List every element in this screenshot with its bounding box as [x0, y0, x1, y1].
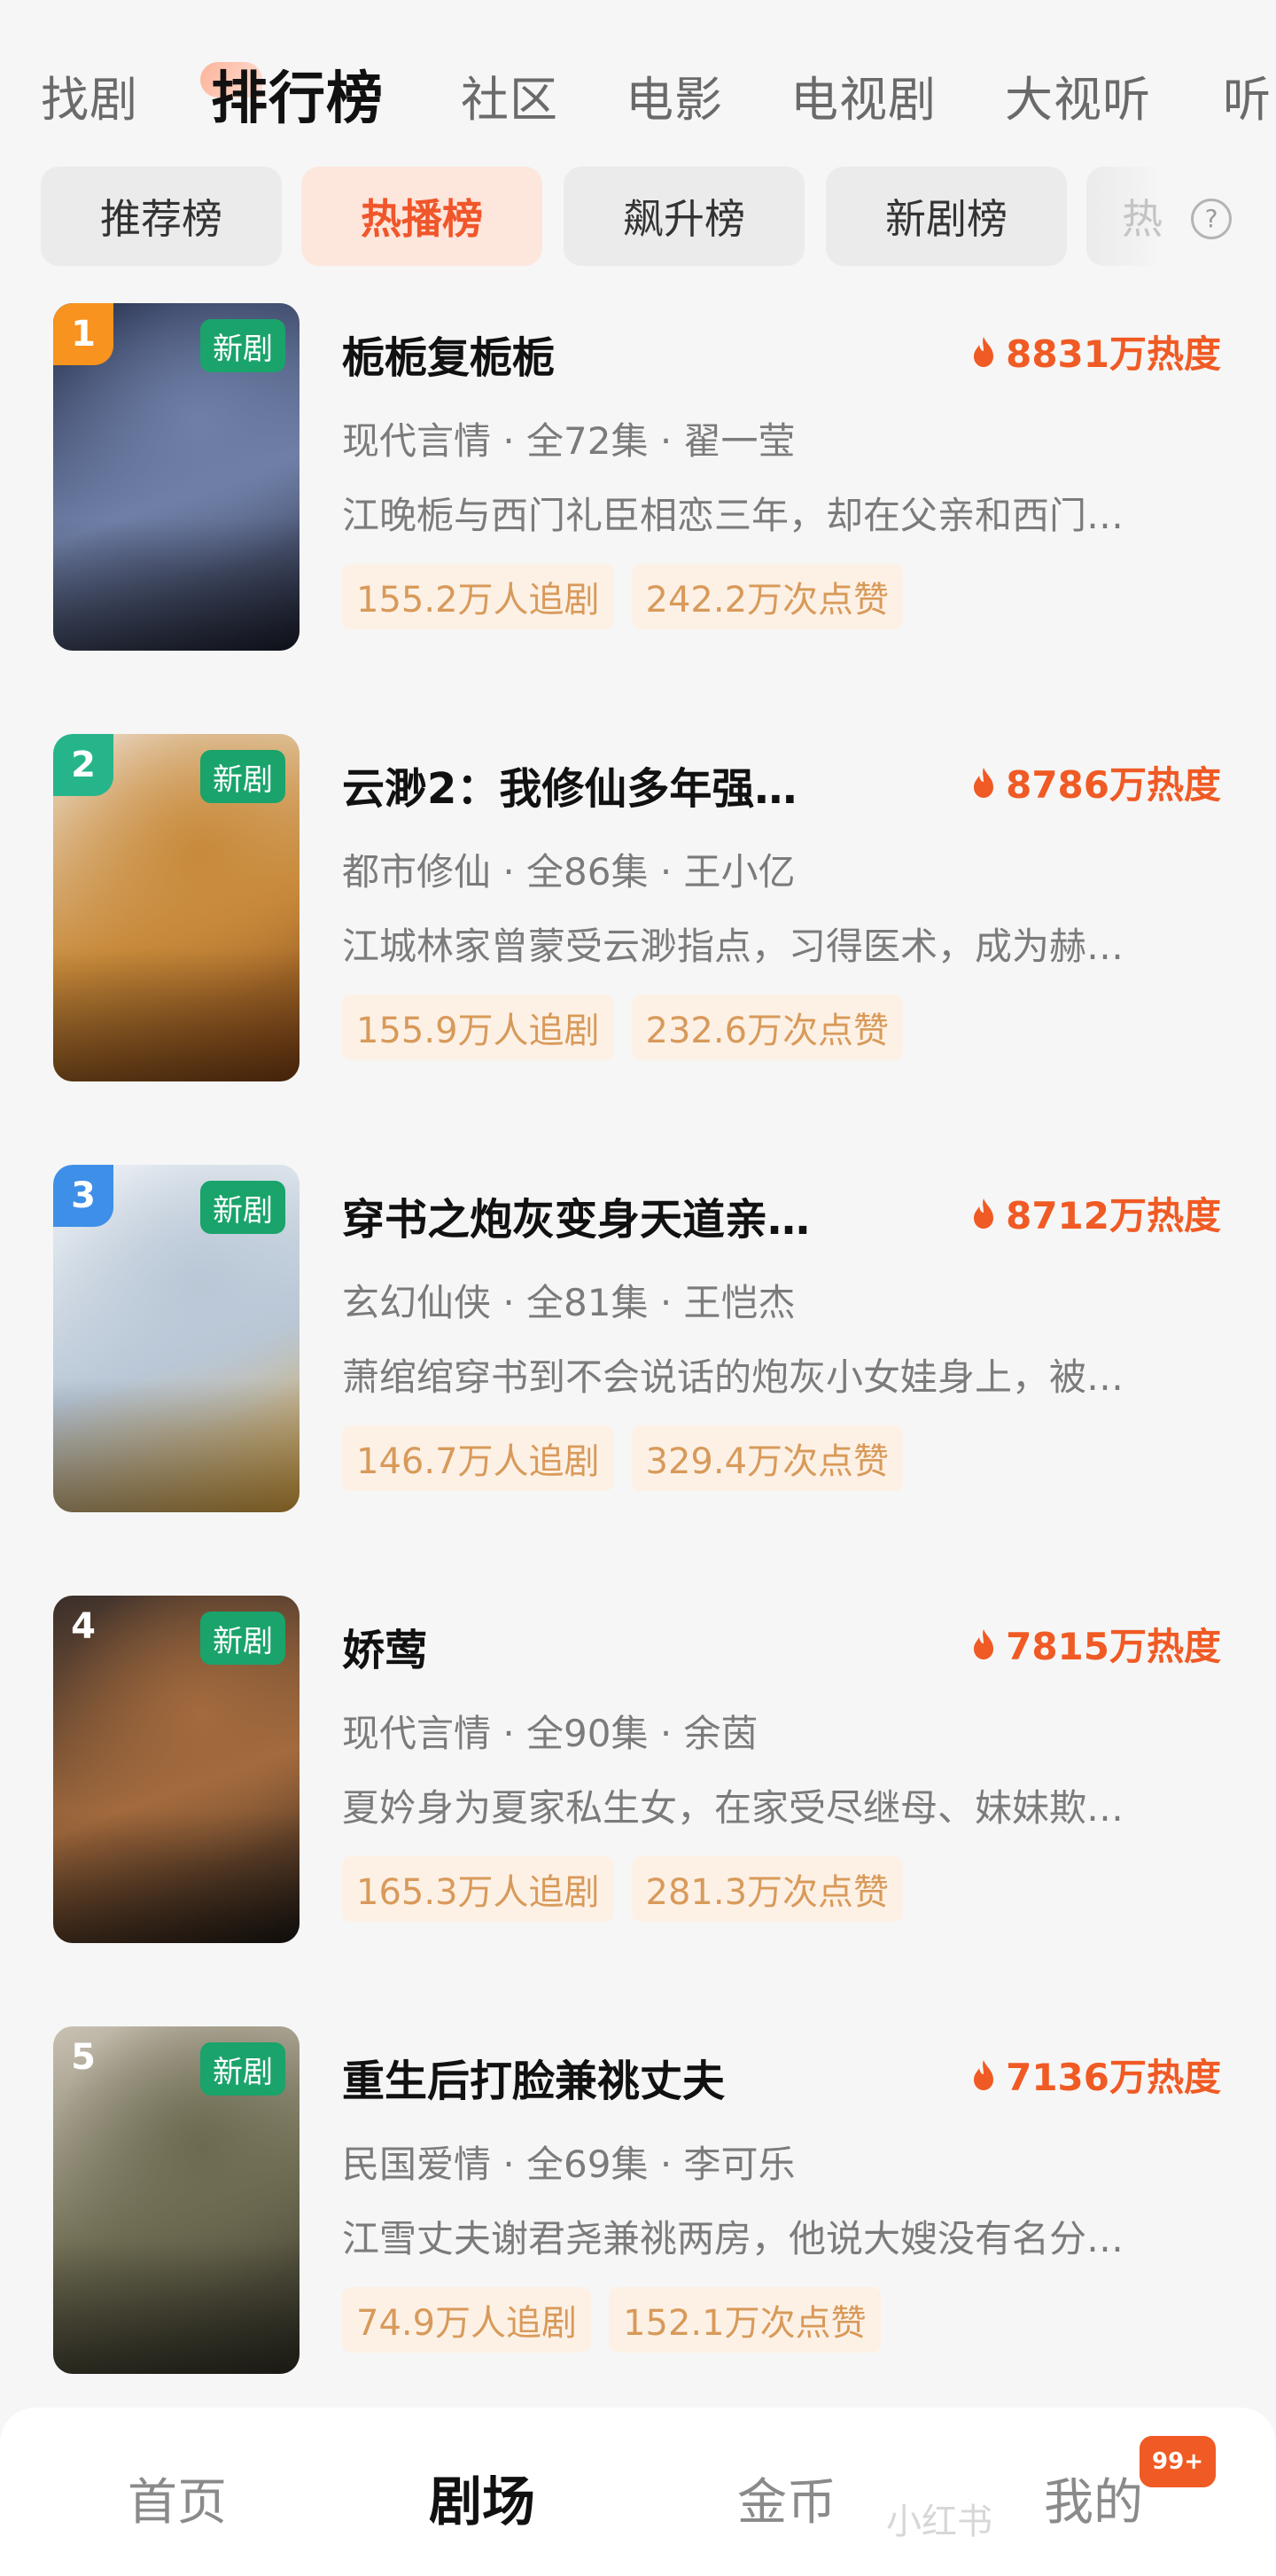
heat-score: 8831万热度 [970, 324, 1221, 379]
drama-title[interactable]: 栀栀复栀栀 [342, 323, 883, 385]
nav-theater[interactable]: 剧场 [429, 2459, 535, 2536]
poster-image[interactable]: 1 新剧 [53, 303, 300, 651]
flame-icon [974, 336, 994, 367]
heat-value: 7815万热度 [1006, 1625, 1221, 1668]
chip-new-drama[interactable]: 新剧榜 [826, 167, 1067, 266]
drama-title[interactable]: 云渺2：我修仙多年强… [342, 753, 883, 816]
poster-image[interactable]: 3 新剧 [53, 1165, 300, 1512]
rank-badge: 5 [71, 2037, 96, 2078]
drama-meta: 现代言情 · 全90集 · 余茵 [342, 1712, 759, 1755]
new-drama-badge: 新剧 [200, 750, 285, 803]
likes-tag: 232.6万次点赞 [631, 995, 904, 1060]
new-drama-badge: 新剧 [200, 2042, 285, 2096]
drama-stats: 155.2万人追剧 242.2万次点赞 [342, 564, 904, 629]
drama-stats: 74.9万人追剧 152.1万次点赞 [342, 2287, 881, 2353]
heat-value: 8786万热度 [1006, 763, 1221, 807]
nav-coins[interactable]: 金币 [737, 2463, 836, 2534]
notification-badge: 99+ [1136, 2432, 1219, 2491]
heat-value: 8831万热度 [1006, 332, 1221, 376]
tab-community[interactable]: 社区 [461, 60, 558, 130]
chip-more[interactable]: 热 [1086, 167, 1166, 266]
ranking-item[interactable]: 5 新剧 重生后打脸兼祧丈夫 7136万热度 民国爱情 · 全69集 · 李可乐… [0, 2026, 1276, 2381]
poster-shade [53, 2241, 300, 2374]
new-drama-badge: 新剧 [200, 319, 285, 372]
poster-shade [53, 1379, 300, 1512]
poster-shade [53, 1810, 300, 1943]
poster-image[interactable]: 5 新剧 [53, 2026, 300, 2374]
drama-meta: 现代言情 · 全72集 · 翟一莹 [342, 419, 796, 463]
tab-find-drama[interactable]: 找剧 [41, 60, 138, 130]
followers-tag: 165.3万人追剧 [342, 1856, 614, 1922]
heat-score: 7136万热度 [970, 2048, 1221, 2102]
drama-meta: 玄幻仙侠 · 全81集 · 王恺杰 [342, 1281, 796, 1324]
drama-description: 江雪丈夫谢君尧兼祧两房，他说大嫂没有名分… [342, 2217, 1124, 2260]
likes-tag: 242.2万次点赞 [631, 564, 904, 629]
tab-movie[interactable]: 电影 [626, 60, 723, 130]
rank-badge: 2 [53, 734, 113, 796]
tab-listen[interactable]: 听 [1223, 60, 1272, 130]
followers-tag: 146.7万人追剧 [342, 1425, 614, 1491]
tab-ranking[interactable]: 排行榜 [211, 53, 384, 135]
drama-stats: 155.9万人追剧 232.6万次点赞 [342, 995, 904, 1060]
followers-tag: 155.9万人追剧 [342, 995, 614, 1060]
likes-tag: 329.4万次点赞 [631, 1425, 904, 1491]
ranking-item[interactable]: 3 新剧 穿书之炮灰变身天道亲… 8712万热度 玄幻仙侠 · 全81集 · 王… [0, 1165, 1276, 1519]
ranking-type-chips: 推荐榜 热播榜 飙升榜 新剧榜 热 [0, 167, 1276, 266]
tab-tv-series[interactable]: 电视剧 [790, 60, 937, 130]
flame-icon [974, 1628, 994, 1659]
drama-stats: 146.7万人追剧 329.4万次点赞 [342, 1425, 904, 1491]
drama-description: 夏妗身为夏家私生女，在家受尽继母、妹妹欺… [342, 1786, 1124, 1830]
poster-shade [53, 948, 300, 1081]
drama-meta: 民国爱情 · 全69集 · 李可乐 [342, 2143, 796, 2186]
chip-hot[interactable]: 热播榜 [301, 167, 542, 266]
drama-description: 萧绾绾穿书到不会说话的炮灰小女娃身上，被… [342, 1355, 1124, 1399]
ranking-item[interactable]: 4 新剧 娇莺 7815万热度 现代言情 · 全90集 · 余茵 夏妗身为夏家私… [0, 1596, 1276, 1950]
top-tab-bar: 找剧 排行榜 社区 电影 电视剧 大视听 听 [0, 35, 1276, 142]
ranking-item[interactable]: 1 新剧 栀栀复栀栀 8831万热度 现代言情 · 全72集 · 翟一莹 江晚栀… [0, 303, 1276, 658]
flame-icon [974, 767, 994, 798]
heat-score: 7815万热度 [970, 1617, 1221, 1671]
chip-recommended[interactable]: 推荐榜 [41, 167, 282, 266]
nav-home[interactable]: 首页 [128, 2463, 227, 2534]
new-drama-badge: 新剧 [200, 1612, 285, 1665]
drama-title[interactable]: 娇莺 [342, 1615, 883, 1677]
heat-value: 8712万热度 [1006, 1194, 1221, 1237]
flame-icon [974, 1198, 994, 1229]
ranking-item[interactable]: 2 新剧 云渺2：我修仙多年强… 8786万热度 都市修仙 · 全86集 · 王… [0, 734, 1276, 1089]
drama-stats: 165.3万人追剧 281.3万次点赞 [342, 1856, 904, 1922]
likes-tag: 152.1万次点赞 [609, 2287, 881, 2353]
nav-me[interactable]: 我的 [1044, 2463, 1143, 2534]
chip-rising[interactable]: 飙升榜 [564, 167, 805, 266]
heat-score: 8786万热度 [970, 755, 1221, 809]
flame-icon [974, 2059, 994, 2090]
drama-title[interactable]: 重生后打脸兼祧丈夫 [342, 2046, 883, 2108]
watermark-text: 小红书 [886, 2502, 992, 2542]
rank-badge: 1 [53, 303, 113, 365]
drama-description: 江晚栀与西门礼臣相恋三年，却在父亲和西门… [342, 494, 1124, 537]
rank-badge: 3 [53, 1165, 113, 1227]
rank-badge: 4 [71, 1606, 96, 1647]
followers-tag: 155.2万人追剧 [342, 564, 614, 629]
followers-tag: 74.9万人追剧 [342, 2287, 592, 2353]
poster-image[interactable]: 2 新剧 [53, 734, 300, 1081]
heat-value: 7136万热度 [1006, 2056, 1221, 2099]
poster-image[interactable]: 4 新剧 [53, 1596, 300, 1943]
bottom-nav: 首页 剧场 金币 我的 99+ 小红书 [0, 2408, 1276, 2576]
help-icon[interactable]: ? [1191, 199, 1232, 239]
likes-tag: 281.3万次点赞 [631, 1856, 904, 1922]
drama-description: 江城林家曾蒙受云渺指点，习得医术，成为赫… [342, 925, 1124, 968]
heat-score: 8712万热度 [970, 1186, 1221, 1240]
new-drama-badge: 新剧 [200, 1181, 285, 1234]
drama-title[interactable]: 穿书之炮灰变身天道亲… [342, 1184, 883, 1246]
poster-shade [53, 518, 300, 651]
tab-big-vision[interactable]: 大视听 [1005, 60, 1151, 130]
drama-meta: 都市修仙 · 全86集 · 王小亿 [342, 850, 796, 894]
